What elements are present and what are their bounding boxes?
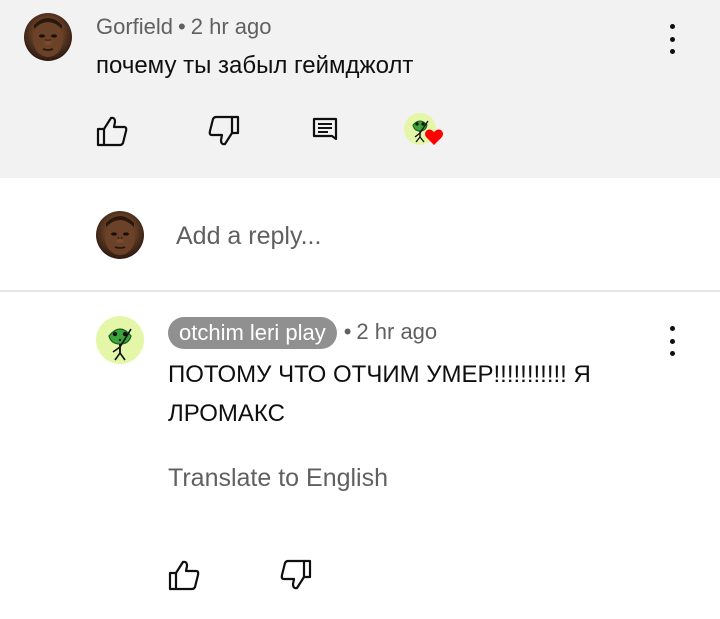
creator-author-chip[interactable]: otchim leri play [168, 317, 337, 350]
comment-thread: Gorfield • 2 hr ago почему ты забыл геймдж… [0, 0, 720, 619]
current-user-avatar [96, 211, 144, 259]
creator-heart-badge [404, 113, 444, 153]
frog-drawing-avatar-icon [108, 328, 132, 361]
divider [0, 290, 720, 292]
man-face-avatar-icon [105, 216, 135, 255]
dislike-icon [208, 115, 240, 146]
reply-button[interactable] [308, 114, 342, 148]
dislike-button[interactable] [279, 558, 313, 592]
author-name[interactable]: Gorfield [96, 14, 173, 39]
kebab-dot-icon [669, 36, 675, 42]
kebab-dot-icon [669, 338, 675, 344]
highlighted-comment: Gorfield • 2 hr ago почему ты забыл геймдж… [0, 0, 720, 178]
reply-meta: otchim leri play • 2 hr ago [168, 316, 437, 350]
dislike-button[interactable] [207, 114, 241, 148]
reply-text: ПОТОМУ ЧТО ОТЧИМ УМЕР!!!!!!!!!!! Я ЛРОМА… [168, 361, 591, 427]
comment-text: почему ты забыл геймджолт [96, 52, 414, 79]
kebab-dot-icon [669, 24, 675, 29]
comment-meta: Gorfield • 2 hr ago [96, 14, 271, 40]
like-icon [96, 116, 128, 147]
like-button[interactable] [95, 114, 129, 148]
reply-icon [312, 117, 338, 141]
kebab-dot-icon [669, 326, 675, 331]
more-options-button[interactable] [662, 326, 682, 356]
timestamp[interactable]: 2 hr ago [191, 14, 272, 39]
timestamp[interactable]: 2 hr ago [356, 319, 437, 344]
avatar[interactable] [96, 316, 144, 364]
heart-icon [425, 129, 443, 145]
translate-link[interactable]: Translate to English [168, 462, 388, 494]
more-options-button[interactable] [662, 24, 682, 54]
avatar[interactable] [24, 13, 72, 61]
meta-separator: • [343, 319, 352, 344]
like-button[interactable] [167, 558, 201, 592]
add-reply-input[interactable]: Add a reply... [176, 219, 321, 253]
kebab-dot-icon [669, 49, 675, 54]
like-icon [168, 560, 200, 591]
dislike-icon [280, 559, 312, 590]
kebab-dot-icon [669, 351, 675, 356]
man-face-avatar-icon [33, 18, 63, 57]
meta-separator: • [178, 14, 186, 39]
